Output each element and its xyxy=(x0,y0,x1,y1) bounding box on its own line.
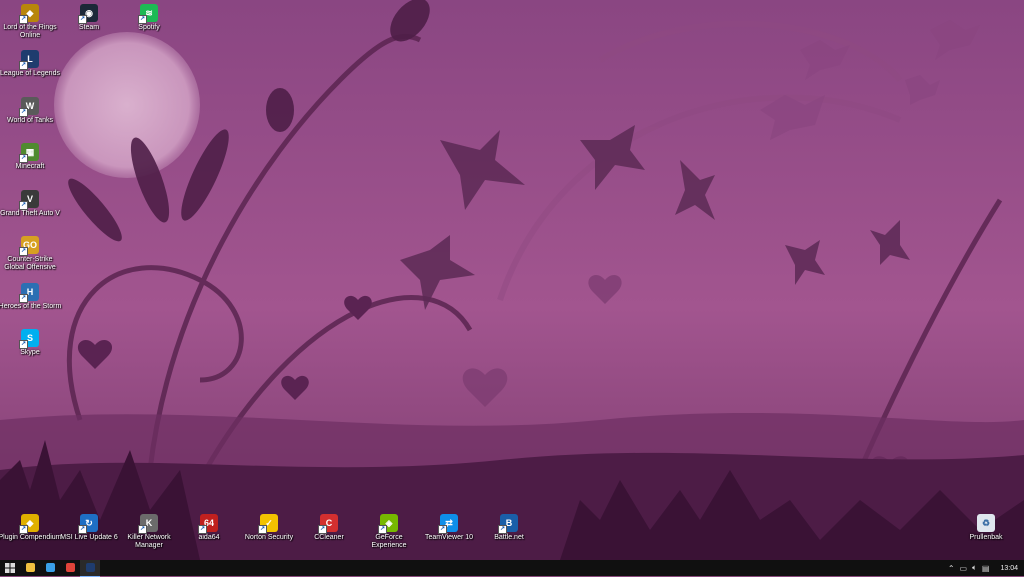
shortcut-label: World of Tanks xyxy=(6,117,54,124)
shortcut-arrow-icon: ↗ xyxy=(138,525,147,534)
plugin-compendium-icon: ◆ ↗ xyxy=(19,514,39,534)
steam-icon: ◉ ↗ xyxy=(78,4,98,24)
browser-taskbar-button[interactable] xyxy=(40,560,60,576)
start-icon xyxy=(5,563,15,573)
league-client-icon xyxy=(85,563,95,572)
shortcut-label: Norton Security xyxy=(244,534,294,541)
heroes-of-the-storm-shortcut[interactable]: H ↗ Heroes of the Storm xyxy=(0,283,62,311)
csgo-shortcut[interactable]: GO ↗ Counter-Strike Global Offensive xyxy=(0,236,62,272)
world-of-tanks-shortcut[interactable]: W ↗ World of Tanks xyxy=(0,97,62,125)
shortcut-label: Counter-Strike Global Offensive xyxy=(4,256,56,271)
shortcut-label: Steam xyxy=(78,24,100,31)
shortcut-arrow-icon: ↗ xyxy=(19,201,28,210)
minecraft-shortcut[interactable]: ▦ ↗ Minecraft xyxy=(0,143,62,171)
shortcut-arrow-icon: ↗ xyxy=(19,61,28,70)
shortcut-arrow-icon: ↗ xyxy=(258,525,267,534)
csgo-icon: GO ↗ xyxy=(19,236,39,256)
shortcut-label: Plugin Compendium xyxy=(0,534,62,541)
shortcut-label: MSI Live Update 6 xyxy=(60,534,118,541)
battlenet-icon: B ↗ xyxy=(498,514,518,534)
notification-icon[interactable]: ▤ xyxy=(982,564,990,573)
ccleaner-icon: C ↗ xyxy=(318,514,338,534)
shortcut-arrow-icon: ↗ xyxy=(318,525,327,534)
msi-live-update-icon: ↻ ↗ xyxy=(78,514,98,534)
lotro-shortcut[interactable]: ◆ ↗ Lord of the Rings Online xyxy=(0,4,62,40)
plugin-compendium-shortcut[interactable]: ◆ ↗ Plugin Compendium xyxy=(0,514,62,542)
aida64-shortcut[interactable]: 64 ↗ aida64 xyxy=(177,514,241,542)
shortcut-label: GeForce Experience xyxy=(371,534,407,549)
aida64-icon: 64 ↗ xyxy=(198,514,218,534)
volume-icon[interactable]: 🔈︎ xyxy=(972,563,977,573)
spotify-icon: ≋ ↗ xyxy=(138,4,158,24)
moon xyxy=(54,32,200,178)
shortcut-label: Heroes of the Storm xyxy=(0,303,62,310)
shortcut-arrow-icon: ↗ xyxy=(378,525,387,534)
shortcut-arrow-icon: ↗ xyxy=(138,15,147,24)
shortcut-label: League of Legends xyxy=(0,70,60,77)
recycle-bin-label: Prullenbak xyxy=(969,534,1003,541)
lotro-icon: ◆ ↗ xyxy=(19,4,39,24)
shortcut-arrow-icon: ↗ xyxy=(498,525,507,534)
desktop: ♻ Prullenbak ◆ ↗ Lord of the Rings Online L… xyxy=(0,0,1024,560)
league-client-taskbar-button[interactable] xyxy=(80,559,100,577)
league-of-legends-icon: L ↗ xyxy=(19,50,39,70)
recycle-bin[interactable]: ♻ Prullenbak xyxy=(954,514,1018,542)
shortcut-label: Grand Theft Auto V xyxy=(0,210,60,217)
gta-v-icon: V ↗ xyxy=(19,190,39,210)
ccleaner-shortcut[interactable]: C ↗ CCleaner xyxy=(297,514,361,542)
shortcut-label: Minecraft xyxy=(15,163,45,170)
msi-live-update-shortcut[interactable]: ↻ ↗ MSI Live Update 6 xyxy=(57,514,121,542)
chrome-taskbar-button[interactable] xyxy=(60,560,80,576)
battlenet-shortcut[interactable]: B ↗ Battle.net xyxy=(477,514,541,542)
teamviewer-shortcut[interactable]: ⇄ ↗ TeamViewer 10 xyxy=(417,514,481,542)
taskbar: ⌃ ▭ 🔈︎ ▤ 13:04 xyxy=(0,559,1024,577)
shortcut-label: Skype xyxy=(20,349,40,356)
shortcut-label: TeamViewer 10 xyxy=(424,534,474,541)
shortcut-label: Spotify xyxy=(138,24,160,31)
norton-shortcut[interactable]: ✓ ↗ Norton Security xyxy=(237,514,301,542)
browser-icon xyxy=(45,563,55,572)
norton-icon: ✓ ↗ xyxy=(258,514,278,534)
spotify-shortcut[interactable]: ≋ ↗ Spotify xyxy=(117,4,181,32)
skype-icon: S ↗ xyxy=(19,329,39,349)
file-explorer-icon xyxy=(25,563,35,572)
killer-network-icon: K ↗ xyxy=(138,514,158,534)
start-button[interactable] xyxy=(0,560,20,576)
recycle-bin-icon: ♻ xyxy=(977,514,995,532)
shortcut-arrow-icon: ↗ xyxy=(19,340,28,349)
gta-v-shortcut[interactable]: V ↗ Grand Theft Auto V xyxy=(0,190,62,218)
clock[interactable]: 13:04 xyxy=(1000,565,1018,572)
teamviewer-icon: ⇄ ↗ xyxy=(438,514,458,534)
skype-shortcut[interactable]: S ↗ Skype xyxy=(0,329,62,357)
shortcut-label: Killer Network Manager xyxy=(127,534,171,549)
killer-network-shortcut[interactable]: K ↗ Killer Network Manager xyxy=(117,514,181,550)
chrome-icon xyxy=(65,563,75,572)
shortcut-arrow-icon: ↗ xyxy=(78,15,87,24)
geforce-icon: ◈ ↗ xyxy=(378,514,398,534)
shortcut-arrow-icon: ↗ xyxy=(19,154,28,163)
heroes-of-the-storm-icon: H ↗ xyxy=(19,283,39,303)
shortcut-label: Battle.net xyxy=(494,534,524,541)
shortcut-arrow-icon: ↗ xyxy=(19,108,28,117)
geforce-shortcut[interactable]: ◈ ↗ GeForce Experience xyxy=(357,514,421,550)
shortcut-arrow-icon: ↗ xyxy=(19,247,28,256)
league-of-legends-shortcut[interactable]: L ↗ League of Legends xyxy=(0,50,62,78)
shortcut-arrow-icon: ↗ xyxy=(78,525,87,534)
shortcut-arrow-icon: ↗ xyxy=(19,15,28,24)
network-icon[interactable]: ▭ xyxy=(960,564,968,573)
system-tray: ⌃ ▭ 🔈︎ ▤ 13:04 xyxy=(948,560,1024,576)
shortcut-arrow-icon: ↗ xyxy=(19,525,28,534)
shortcut-label: Lord of the Rings Online xyxy=(3,24,57,39)
shortcut-label: CCleaner xyxy=(314,534,344,541)
wallpaper xyxy=(0,0,1024,560)
minecraft-icon: ▦ ↗ xyxy=(19,143,39,163)
file-explorer-taskbar-button[interactable] xyxy=(20,560,40,576)
world-of-tanks-icon: W ↗ xyxy=(19,97,39,117)
shortcut-arrow-icon: ↗ xyxy=(19,294,28,303)
shortcut-arrow-icon: ↗ xyxy=(198,525,207,534)
shortcut-arrow-icon: ↗ xyxy=(438,525,447,534)
shortcut-label: aida64 xyxy=(198,534,220,541)
chevron-up-icon[interactable]: ⌃ xyxy=(948,564,955,573)
steam-shortcut[interactable]: ◉ ↗ Steam xyxy=(57,4,121,32)
